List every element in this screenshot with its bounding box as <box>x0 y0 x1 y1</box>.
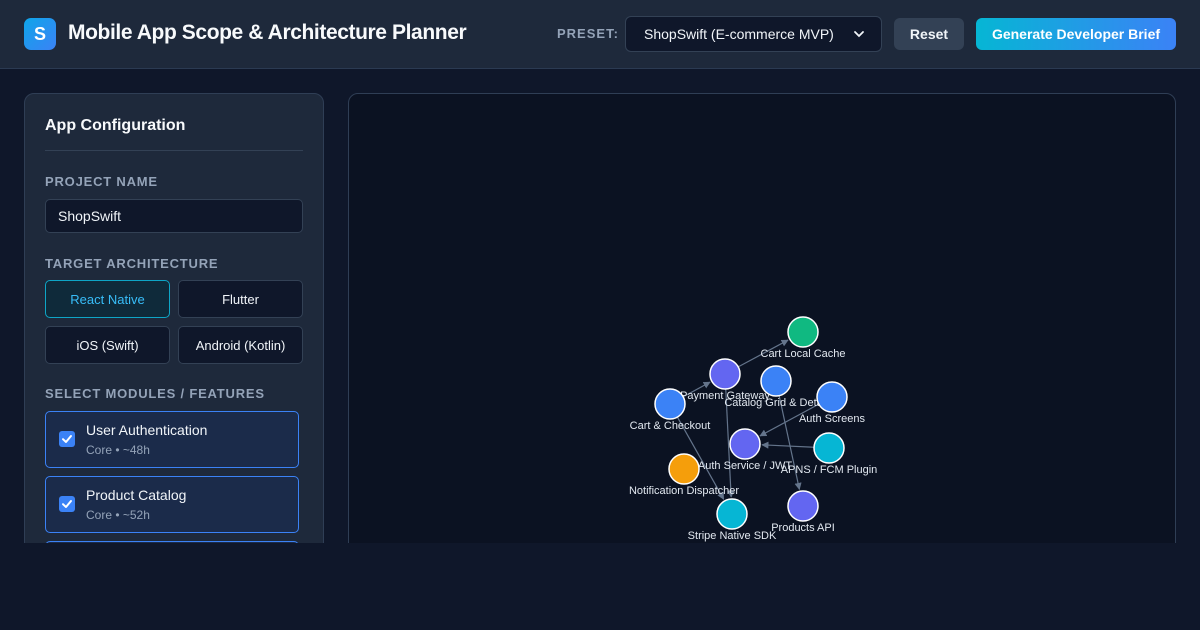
chevron-down-icon <box>854 31 864 38</box>
graph-node-circle[interactable] <box>787 490 819 522</box>
graph-node-label: Stripe Native SDK <box>688 530 777 542</box>
arch-flutter-button[interactable]: Flutter <box>178 280 303 318</box>
preset-select-value: ShopSwift (E-commerce MVP) <box>644 26 834 42</box>
module-checkbox[interactable] <box>59 496 75 512</box>
dependency-graph[interactable]: Cart Local CachePayment GatewayCatalog G… <box>349 94 1176 573</box>
arch-android-kotlin-button[interactable]: Android (Kotlin) <box>178 326 303 364</box>
module-card-product-catalog[interactable]: Product Catalog Core • ~52h <box>45 476 299 533</box>
graph-node-label: Catalog Grid & Detail <box>724 397 827 409</box>
module-checkbox[interactable] <box>59 431 75 447</box>
graph-node-circle[interactable] <box>813 432 845 464</box>
graph-node-stripe_sdk[interactable]: Stripe Native SDK <box>688 498 777 542</box>
graph-node-circle[interactable] <box>709 358 741 390</box>
checkmark-icon <box>62 435 72 443</box>
app-logo: S <box>24 18 56 50</box>
app-title: Mobile App Scope & Architecture Planner <box>68 21 467 44</box>
graph-node-circle[interactable] <box>729 428 761 460</box>
graph-node-label: Products API <box>771 522 835 534</box>
module-meta: Core • ~48h <box>86 443 150 457</box>
graph-node-circle[interactable] <box>787 316 819 348</box>
graph-node-cart_cache[interactable]: Cart Local Cache <box>761 316 846 360</box>
graph-node-label: Cart Local Cache <box>761 348 846 360</box>
graph-node-label: Auth Service / JWT <box>698 460 792 472</box>
graph-node-label: Auth Screens <box>799 413 866 425</box>
graph-node-label: Notification Dispatcher <box>629 485 739 497</box>
graph-node-payment_gateway[interactable]: Payment Gateway <box>680 358 770 402</box>
panel-title: App Configuration <box>45 117 186 134</box>
arch-ios-swift-button[interactable]: iOS (Swift) <box>45 326 170 364</box>
module-card-user-authentication[interactable]: User Authentication Core • ~48h <box>45 411 299 468</box>
module-name: User Authentication <box>86 422 208 438</box>
checkmark-icon <box>62 500 72 508</box>
arch-react-native-button[interactable]: React Native <box>45 280 170 318</box>
config-panel: App Configuration PROJECT NAME ShopSwift… <box>24 93 324 573</box>
app-header: S Mobile App Scope & Architecture Planne… <box>0 0 1200 69</box>
graph-edge-apns_fcm-to-auth_service <box>761 441 815 449</box>
graph-node-apns_fcm[interactable]: APNS / FCM Plugin <box>781 432 878 476</box>
module-name: Product Catalog <box>86 487 187 503</box>
graph-node-products_api[interactable]: Products API <box>771 490 835 534</box>
graph-node-circle[interactable] <box>760 365 792 397</box>
graph-node-label: Cart & Checkout <box>630 420 711 432</box>
graph-node-circle[interactable] <box>668 453 700 485</box>
reset-button[interactable]: Reset <box>894 18 964 50</box>
modules-label: SELECT MODULES / FEATURES <box>45 386 265 401</box>
graph-node-circle[interactable] <box>816 381 848 413</box>
preset-select[interactable]: ShopSwift (E-commerce MVP) <box>625 16 882 52</box>
preset-label: PRESET: <box>557 26 619 41</box>
graph-node-auth_service[interactable]: Auth Service / JWT <box>698 428 792 472</box>
graph-node-circle[interactable] <box>654 388 686 420</box>
graph-node-circle[interactable] <box>716 498 748 530</box>
dependency-graph-panel[interactable]: Cart Local Cache Payment Gateway Catalog G… <box>348 93 1176 573</box>
graph-node-label: APNS / FCM Plugin <box>781 464 878 476</box>
architecture-label: TARGET ARCHITECTURE <box>45 256 219 271</box>
generate-brief-button[interactable]: Generate Developer Brief <box>976 18 1176 50</box>
project-name-input[interactable]: ShopSwift <box>45 199 303 233</box>
project-name-label: PROJECT NAME <box>45 174 158 189</box>
page-background <box>0 543 1200 630</box>
panel-divider <box>45 150 303 151</box>
module-meta: Core • ~52h <box>86 508 150 522</box>
